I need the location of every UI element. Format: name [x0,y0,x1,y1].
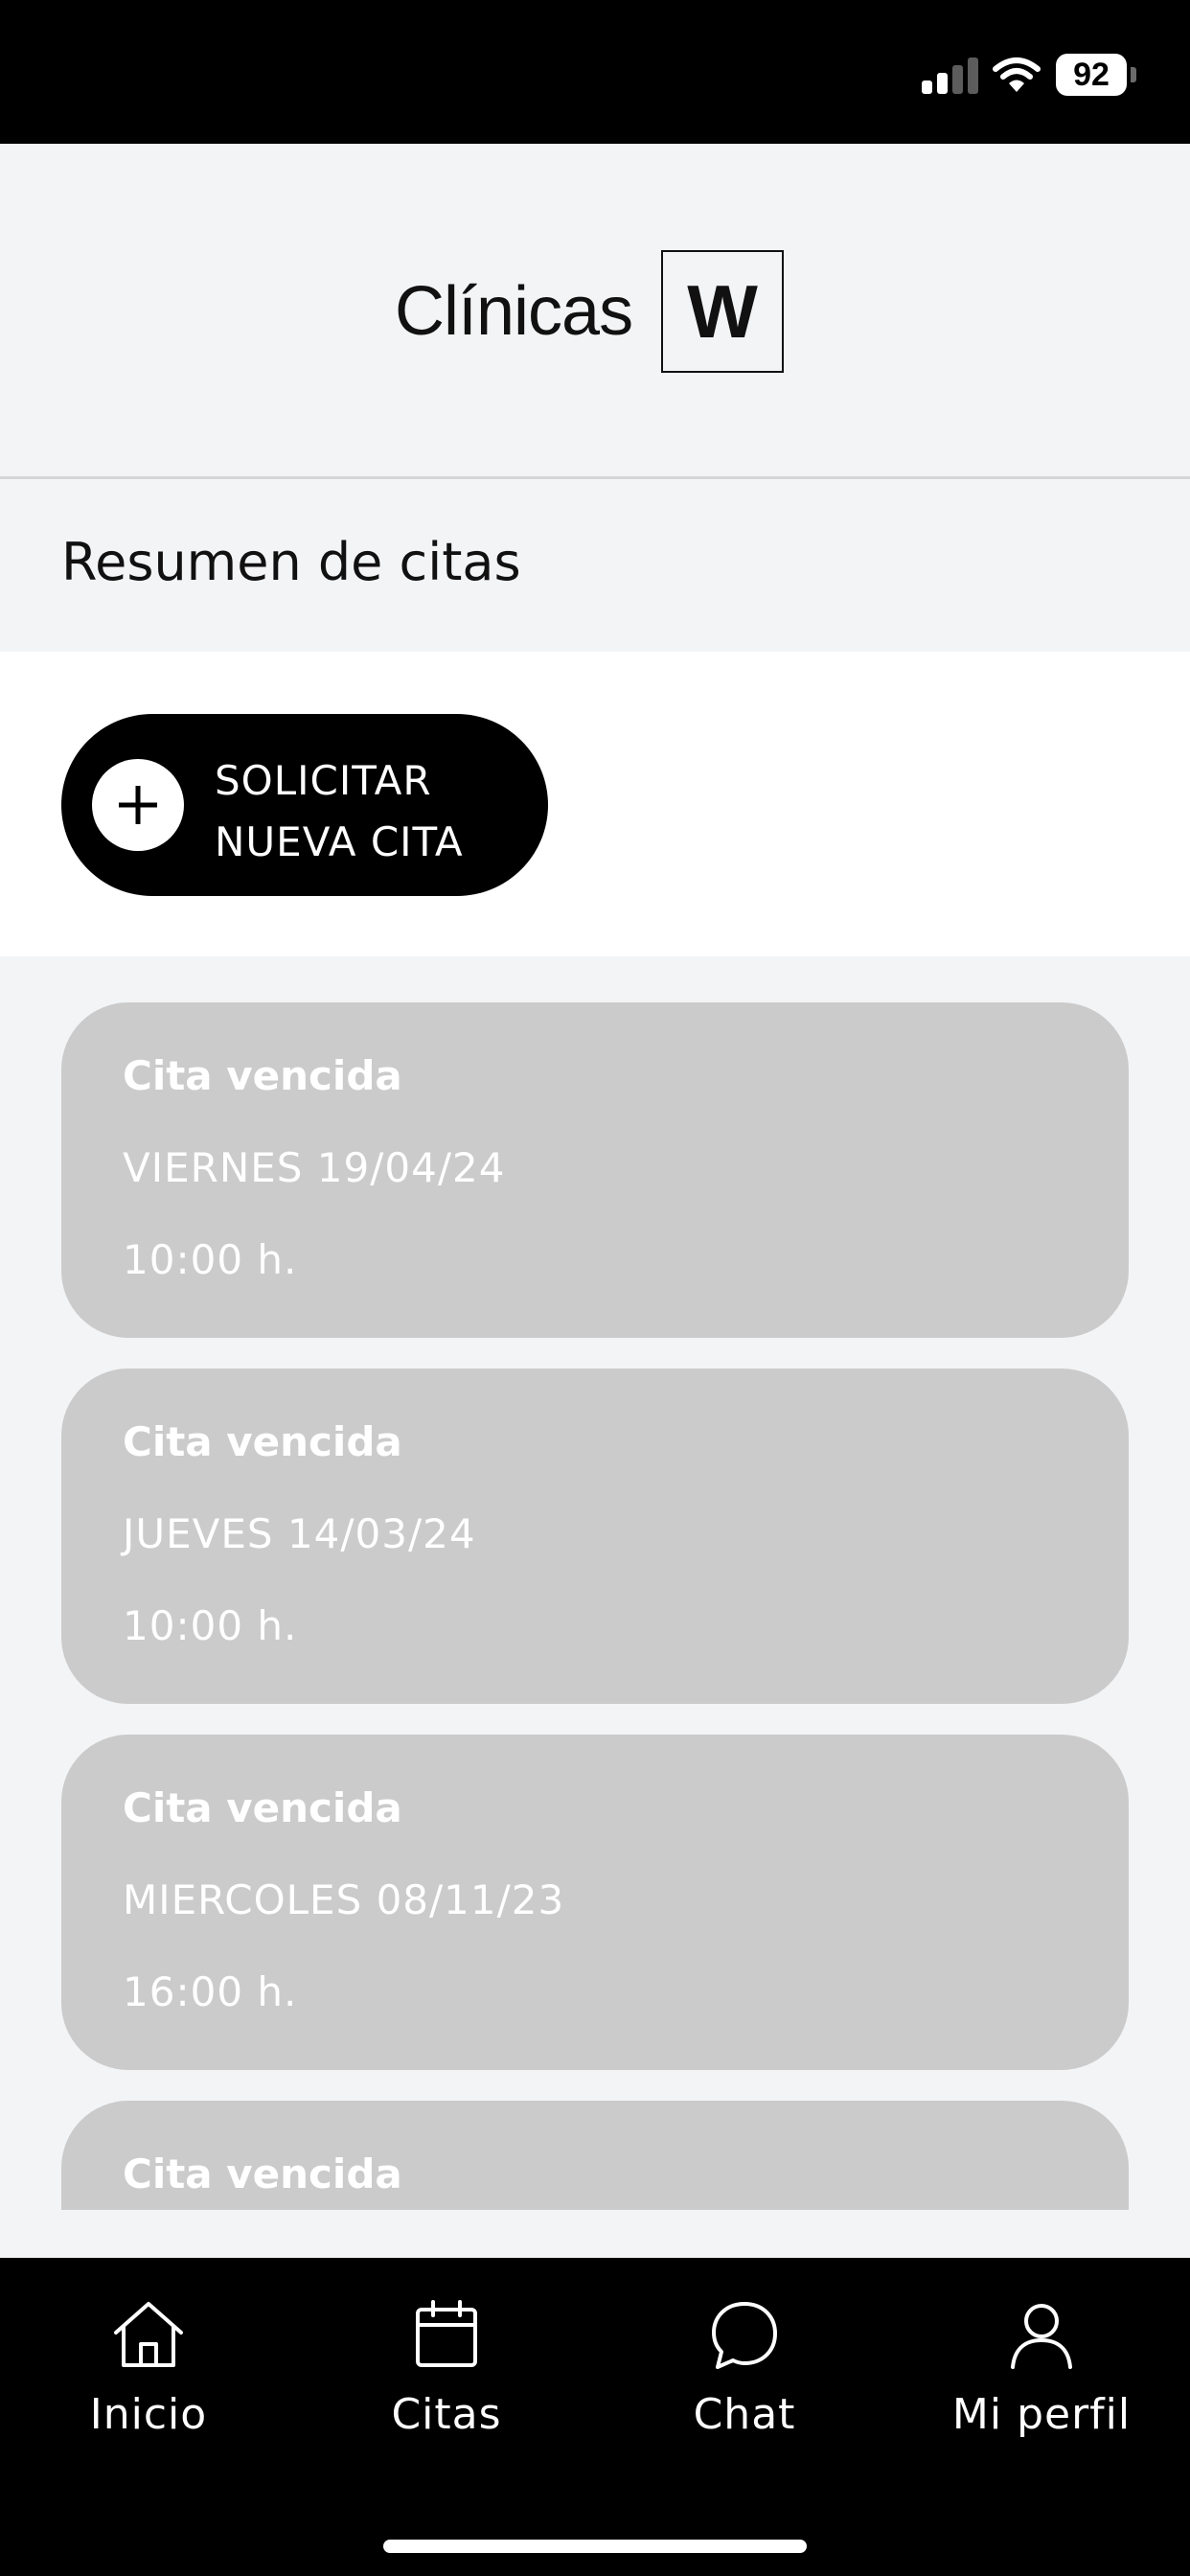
appointment-status: Cita vencida [123,1052,402,1099]
tab-inicio[interactable]: Inicio [0,2294,297,2467]
tab-inicio-label: Inicio [89,2390,208,2439]
wifi-icon [993,56,1041,94]
plus-icon [92,759,184,851]
logo-mark: W [661,250,785,373]
app-header: Clínicas W [0,144,1190,479]
tab-mi-perfil-label: Mi perfil [951,2390,1132,2439]
appointment-list[interactable]: Cita vencida VIERNES 19/04/24 10:00 h. C… [0,956,1190,2210]
tab-citas[interactable]: Citas [298,2294,595,2467]
new-appointment-label-line2: NUEVA CITA [215,818,464,865]
logo-text: Clínicas [395,273,633,350]
appointment-date: JUEVES 14/03/24 [123,1510,476,1557]
appointment-list-viewport: Cita vencida VIERNES 19/04/24 10:00 h. C… [61,1002,1129,2210]
appointment-card[interactable]: Cita vencida MIERCOLES 08/11/23 16:00 h. [61,1735,1129,2070]
chat-icon [712,2302,777,2369]
battery-tip [1131,67,1136,82]
appointment-card[interactable]: Cita vencida [61,2101,1129,2210]
section-header: Resumen de citas [0,482,1190,652]
appointment-date: VIERNES 19/04/24 [123,1144,506,1191]
appointment-time: 10:00 h. [123,1236,298,1283]
appointment-card[interactable]: Cita vencida VIERNES 19/04/24 10:00 h. [61,1002,1129,1338]
appointment-time: 10:00 h. [123,1602,298,1649]
signal-icon [922,56,979,94]
appointment-time: 16:00 h. [123,1968,298,2015]
calendar-icon [416,2300,477,2367]
tab-chat[interactable]: Chat [596,2294,893,2467]
status-bar: 92 [0,0,1190,144]
action-area: SOLICITAR NUEVA CITA [0,652,1190,956]
home-indicator[interactable] [383,2540,807,2553]
appointment-status: Cita vencida [123,2150,402,2197]
tab-chat-label: Chat [693,2390,796,2439]
new-appointment-button[interactable]: SOLICITAR NUEVA CITA [61,714,548,896]
clinic-logo: Clínicas W [395,249,785,374]
page-title: Resumen de citas [61,532,521,592]
bottom-tab-bar: Inicio Citas Chat Mi perfil [0,2258,1190,2576]
tab-mi-perfil[interactable]: Mi perfil [893,2294,1190,2467]
logo-mark-letter: W [687,268,758,354]
user-icon [1011,2304,1072,2369]
battery-level: 92 [1073,57,1110,93]
tab-citas-label: Citas [391,2390,502,2439]
appointment-date: MIERCOLES 08/11/23 [123,1876,565,1923]
new-appointment-label: SOLICITAR NUEVA CITA [215,750,464,873]
battery-icon: 92 [1056,54,1127,96]
new-appointment-label-line1: SOLICITAR [215,757,432,804]
appointment-status: Cita vencida [123,1418,402,1465]
home-icon [114,2302,183,2367]
appointment-card[interactable]: Cita vencida JUEVES 14/03/24 10:00 h. [61,1368,1129,1704]
appointment-status: Cita vencida [123,1784,402,1831]
